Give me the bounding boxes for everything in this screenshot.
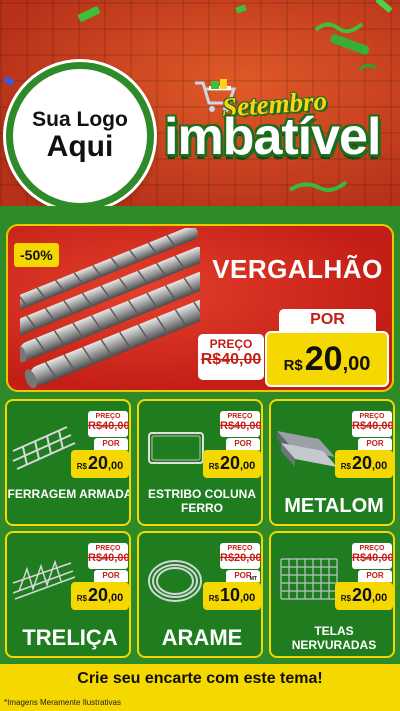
- product-card-metalom[interactable]: PREÇO R$40,00 POR R$ 20 ,00 METALOM: [269, 399, 395, 526]
- new-price-box: R$ 20 ,00: [71, 450, 129, 478]
- old-price-box: PREÇO R$40,00: [88, 411, 130, 437]
- promo-title: Setembro imbatível: [160, 79, 400, 195]
- logo-text-line1: Sua Logo: [32, 108, 128, 132]
- new-price-box: R$ 10 ,00 MT: [203, 576, 261, 610]
- featured-price-integer: 20: [304, 340, 343, 378]
- currency: R$: [340, 594, 351, 603]
- price-decimal: ,00: [107, 460, 124, 472]
- logo-placeholder[interactable]: Sua Logo Aqui: [6, 62, 154, 210]
- disclaimer-note: *Imagens Meramente Ilustrativas: [0, 694, 400, 711]
- price-integer: 20: [219, 453, 240, 473]
- price-decimal: ,00: [371, 460, 388, 472]
- old-price-label: PREÇO: [359, 545, 385, 552]
- lattice-truss-image: [12, 559, 76, 600]
- old-price: R$40,00: [220, 420, 262, 432]
- metal-profile-bars-image: [277, 431, 337, 467]
- product-card-ferragem-armada[interactable]: PREÇO R$40,00 POR R$ 20 ,00 FERRAGEM ARM…: [5, 399, 131, 526]
- new-price-box: R$ 20 ,00: [203, 450, 261, 478]
- product-name: TELAS NERVURADAS: [291, 624, 377, 652]
- price-decimal: ,00: [239, 460, 256, 472]
- currency: R$: [76, 462, 87, 471]
- price-decimal: ,00: [239, 592, 256, 604]
- old-price: R$20,00: [220, 552, 262, 564]
- featured-new-price-box: R$ 20 ,00: [265, 331, 389, 387]
- new-price-label: POR: [358, 438, 392, 450]
- currency: R$: [340, 462, 351, 471]
- promo-headline: imbatível: [164, 108, 381, 166]
- new-price-label: POR: [94, 438, 128, 450]
- featured-old-price-label: PREÇO: [209, 337, 253, 351]
- cta-banner[interactable]: Crie seu encarte com este tema!: [0, 664, 400, 694]
- price-integer: 20: [351, 453, 372, 473]
- old-price-label: PREÇO: [359, 413, 385, 420]
- price-unit: MT: [249, 576, 257, 582]
- old-price: R$40,00: [88, 552, 130, 564]
- new-price-label: POR: [358, 570, 392, 582]
- price-integer: 20: [351, 585, 372, 605]
- product-name: FERRAGEM ARMADA: [7, 487, 131, 501]
- rectangular-stirrup-image: [148, 432, 204, 464]
- currency: R$: [208, 594, 219, 603]
- cta-text: Crie seu encarte com este tema!: [77, 670, 323, 687]
- new-price-box: R$ 20 ,00: [71, 582, 129, 610]
- reinforced-steel-cage-image: [12, 426, 76, 470]
- logo-text-line2: Aqui: [46, 130, 114, 164]
- product-card-trelica[interactable]: PREÇO R$40,00 POR R$ 20 ,00 TRELIÇA: [5, 531, 131, 658]
- product-name: METALOM: [284, 495, 384, 517]
- welded-mesh-image: [280, 558, 338, 600]
- featured-new-price-label: POR: [279, 309, 376, 331]
- featured-price-decimal: ,00: [342, 353, 371, 375]
- product-name: ESTRIBO COLUNA FERRO: [148, 487, 256, 515]
- wire-coil-image: [148, 560, 202, 602]
- old-price-label: PREÇO: [95, 413, 121, 420]
- price-integer: 10: [219, 585, 240, 605]
- old-price-box: PREÇO R$40,00: [352, 543, 394, 569]
- product-card-telas-nervuradas[interactable]: PREÇO R$40,00 POR R$ 20 ,00 TELAS NERVUR…: [269, 531, 395, 658]
- featured-old-price: R$40,00: [200, 351, 262, 368]
- old-price-box: PREÇO R$20,00: [220, 543, 262, 569]
- price-decimal: ,00: [371, 592, 388, 604]
- product-card-estribo[interactable]: PREÇO R$40,00 POR R$ 20 ,00 ESTRIBO COLU…: [137, 399, 263, 526]
- featured-product-name: VERGALHÃO: [212, 254, 383, 284]
- new-price-label: POR: [226, 438, 260, 450]
- product-name: TRELIÇA: [22, 625, 118, 650]
- featured-currency: R$: [283, 357, 303, 374]
- price-integer: 20: [87, 585, 108, 605]
- old-price-box: PREÇO R$40,00: [220, 411, 262, 437]
- old-price-box: PREÇO R$40,00: [352, 411, 394, 437]
- product-name: ARAME: [161, 625, 243, 650]
- old-price: R$40,00: [352, 552, 394, 564]
- currency: R$: [208, 462, 219, 471]
- currency: R$: [76, 594, 87, 603]
- old-price-label: PREÇO: [227, 545, 253, 552]
- old-price-box: PREÇO R$40,00: [88, 543, 130, 569]
- price-integer: 20: [87, 453, 108, 473]
- product-card-arame[interactable]: PREÇO R$20,00 POR R$ 10 ,00 MT ARAME: [137, 531, 263, 658]
- price-decimal: ,00: [107, 592, 124, 604]
- new-price-box: R$ 20 ,00: [335, 582, 393, 610]
- discount-badge: -50%: [14, 243, 59, 267]
- new-price-label: POR: [94, 570, 128, 582]
- header-banner: Sua Logo Aqui Setembro imbatível: [0, 0, 400, 212]
- new-price-box: R$ 20 ,00: [335, 450, 393, 478]
- old-price-label: PREÇO: [227, 413, 253, 420]
- old-price: R$40,00: [352, 420, 394, 432]
- header-divider: [0, 206, 400, 216]
- old-price-label: PREÇO: [95, 545, 121, 552]
- old-price: R$40,00: [88, 420, 130, 432]
- featured-old-price-box: PREÇO R$40,00: [198, 334, 264, 380]
